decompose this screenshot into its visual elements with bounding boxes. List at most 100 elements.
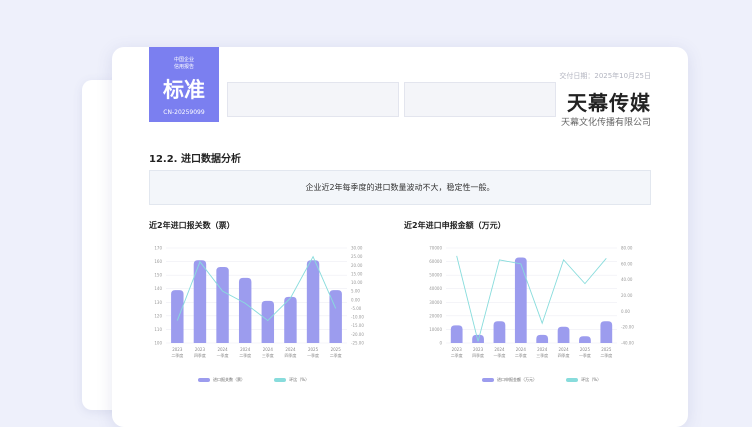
bar [306, 260, 320, 343]
report-page: 中国企业 信用报告 标准 CN-20259099 交付日期：2025年10月25… [112, 47, 688, 427]
summary-box: 企业近2年每季度的进口数量波动不大，稳定性一般。 [149, 170, 651, 205]
badge-line2: 信用报告 [173, 64, 194, 70]
bar [493, 321, 506, 343]
declared-amount-chart: 70000 60000 50000 40000 30000 20000 10000 0 80.0… [429, 246, 634, 359]
y-tick-label: 70000 [429, 246, 442, 251]
x-tick-label: 2024 [516, 347, 527, 352]
legend-swatch [274, 378, 287, 382]
x-tick-label: 2025 [308, 347, 319, 352]
badge-line1: 中国企业 [173, 57, 194, 63]
x-tick-label: 2025 [580, 347, 591, 352]
x-tick-label: 2024 [285, 347, 296, 352]
bar [600, 321, 613, 343]
y-tick-label: 0 [439, 341, 442, 346]
y2-tick-label: 0.00 [351, 297, 360, 302]
y2-tick-label: 10.00 [351, 280, 363, 285]
y2-tick-label: 5.00 [351, 289, 360, 294]
y2-tick-label: 30.00 [351, 246, 363, 251]
y-tick-label: 110 [154, 327, 162, 332]
bar [450, 325, 463, 343]
x-tick-label: 一季度 [307, 352, 319, 358]
x-tick-label: 2024 [263, 347, 274, 352]
chart2-legend: 进口申报金额（万元） 环比（%） [482, 377, 629, 383]
legend-item: 进口申报金额（万元） [482, 377, 537, 383]
x-tick-label: 2023 [473, 347, 484, 352]
y2-tick-label: 15.00 [351, 271, 363, 276]
x-tick-label: 一季度 [217, 352, 229, 358]
y-tick-label: 160 [154, 259, 162, 264]
x-tick-label: 2024 [537, 347, 548, 352]
bar [557, 326, 570, 343]
y-tick-label: 140 [154, 286, 162, 291]
y2-tick-label: 80.00 [621, 246, 633, 251]
x-tick-label: 一季度 [579, 352, 591, 358]
y2-tick-label: 40.00 [621, 277, 633, 282]
legend-label: 环比（%） [289, 377, 310, 382]
x-tick-label: 2023 [195, 347, 206, 352]
customs-declarations-chart: 170 160 150 140 130 120 110 100 30.00 25.00 20.00 1… [154, 246, 364, 359]
y2-tick-label: 20.00 [351, 263, 363, 268]
x-tick-label: 2024 [494, 347, 505, 352]
x-tick-label: 二季度 [600, 352, 612, 358]
company-brand: 天幕传媒 [567, 91, 651, 115]
y-tick-label: 150 [154, 273, 162, 278]
chart2-title: 近2年进口申报金额（万元） [404, 221, 506, 230]
x-tick-label: 2024 [558, 347, 569, 352]
x-tick-label: 2023 [452, 347, 463, 352]
legend-item: 环比（%） [566, 377, 601, 383]
y2-tick-label: -40.00 [621, 341, 634, 346]
x-tick-label: 2024 [240, 347, 251, 352]
x-tick-label: 二季度 [451, 352, 463, 358]
x-tick-label: 二季度 [515, 352, 527, 358]
chart1-title: 近2年进口报关数（票） [149, 221, 235, 230]
y2-tick-label: -25.00 [351, 341, 364, 346]
x-tick-label: 二季度 [239, 352, 251, 358]
credit-grade-badge: 中国企业 信用报告 标准 CN-20259099 [149, 47, 219, 122]
x-tick-label: 2025 [601, 347, 612, 352]
x-tick-label: 四季度 [194, 352, 206, 358]
report-info-box-right [404, 82, 556, 117]
badge-code: CN-20259099 [163, 109, 205, 116]
y2-tick-label: -20.00 [351, 332, 364, 337]
y-tick-label: 50000 [429, 273, 442, 278]
line-series [456, 255, 607, 342]
bar [514, 257, 527, 343]
x-tick-label: 二季度 [171, 352, 183, 358]
company-name: 天幕文化传播有限公司 [560, 118, 651, 128]
y2-tick-label: -10.00 [351, 315, 364, 320]
x-tick-label: 2023 [172, 347, 183, 352]
delivery-date: 交付日期：2025年10月25日 [559, 72, 651, 80]
y-tick-label: 100 [154, 341, 162, 346]
legend-swatch [198, 378, 210, 382]
bar [238, 277, 252, 343]
bar [171, 290, 184, 343]
y2-tick-label: -5.00 [351, 306, 362, 311]
legend-label: 进口申报金额（万元） [497, 377, 537, 382]
legend-swatch [482, 378, 494, 382]
x-tick-label: 四季度 [558, 352, 570, 358]
chart1-legend: 进口报关数（票） 环比（%） [198, 377, 337, 383]
y-tick-label: 20000 [429, 313, 442, 318]
x-tick-label: 四季度 [472, 352, 484, 358]
y2-tick-label: 0.00 [621, 309, 630, 314]
y-tick-label: 30000 [429, 300, 442, 305]
bar [579, 336, 591, 343]
legend-item: 进口报关数（票） [198, 377, 245, 383]
y-tick-label: 60000 [429, 259, 442, 264]
y2-tick-label: -20.00 [621, 325, 634, 330]
y2-tick-label: 60.00 [621, 261, 633, 266]
x-tick-label: 2025 [331, 347, 342, 352]
bar [261, 300, 275, 343]
x-tick-label: 一季度 [493, 352, 505, 358]
section-title: 12.2. 进口数据分析 [149, 154, 241, 165]
report-info-box-left [227, 82, 399, 117]
bar [472, 334, 484, 343]
badge-grade: 标准 [163, 78, 205, 102]
legend-label: 进口报关数（票） [213, 377, 245, 382]
y2-tick-label: 25.00 [351, 254, 363, 259]
x-tick-label: 二季度 [330, 352, 342, 358]
y2-tick-label: -15.00 [351, 323, 364, 328]
bar [536, 334, 549, 343]
bar [216, 267, 229, 343]
y2-tick-label: 20.00 [621, 293, 633, 298]
